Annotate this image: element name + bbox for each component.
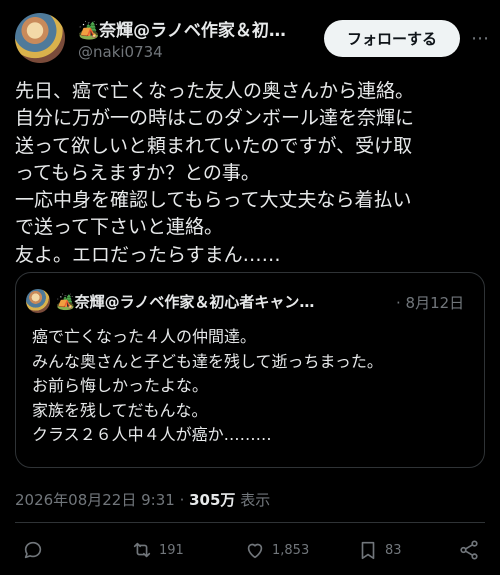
quoted-author-name: 🏕️奈輝@ラノベ作家＆初心者キャン… (56, 293, 315, 311)
view-count: 305万 (189, 491, 236, 509)
quoted-tweet-date: · 8月12日 (396, 294, 465, 312)
quoted-line: お前ら悔しかったよな。 (32, 376, 209, 395)
tweet-text: 先日、癌で亡くなった友人の奥さんから連絡。 自分に万が一の時はこのダンボール達を… (15, 78, 490, 269)
share-icon (460, 540, 478, 560)
timestamp[interactable]: 2026年08月22日 9:31 · (15, 491, 189, 509)
more-icon[interactable]: ⋯ (470, 23, 490, 53)
bookmark-icon (361, 541, 375, 560)
author-avatar[interactable] (15, 13, 65, 63)
retweet-count: 191 (159, 542, 184, 558)
quoted-line: 癌で亡くなった４人の仲間達。 (32, 327, 257, 346)
retweet-icon (133, 542, 151, 558)
tweet-line: 送って欲しいと頼まれていたのですが、受け取 (15, 134, 413, 157)
tweet-line: 友よ。エロだったらすまん…… (15, 243, 281, 266)
like-button[interactable]: 1,853 (244, 538, 309, 562)
like-icon (247, 543, 263, 559)
follow-button[interactable]: フォローする (324, 20, 460, 57)
tweet-line: ってもらえますか？との事。 (15, 161, 260, 184)
author-name[interactable]: 🏕️奈輝@ラノベ作家＆初… (78, 16, 286, 41)
share-button[interactable] (458, 538, 480, 562)
quoted-tweet-text: 癌で亡くなった４人の仲間達。 みんな奥さんと子ども達を残して逝っちまった。 お前… (32, 325, 383, 448)
quoted-tweet[interactable]: 🏕️奈輝@ラノベ作家＆初心者キャン… · 8月12日 癌で亡くなった４人の仲間達… (15, 272, 485, 468)
bookmark-count: 83 (385, 542, 402, 558)
tweet-line: 一応中身を確認してもらって大丈夫なら着払い (15, 189, 412, 212)
quoted-line: クラス２６人中４人が癌か……… (32, 425, 272, 444)
retweet-button[interactable]: 191 (131, 538, 184, 562)
author-handle[interactable]: @naki0734 (78, 43, 163, 61)
like-count: 1,853 (272, 542, 310, 558)
tweet-line: 先日、癌で亡くなった友人の奥さんから連絡。 (15, 80, 415, 102)
reply-icon (24, 541, 42, 559)
tweet-line: 自分に万が一の時はこのダンボール達を奈輝に (15, 107, 415, 130)
view-label: 表示 (235, 491, 271, 509)
tweet-meta: 2026年08月22日 9:31 · 305万 表示 (15, 489, 270, 510)
quoted-author-avatar (26, 289, 50, 313)
quoted-line: 家族を残してだもんな。 (32, 400, 208, 420)
divider (15, 522, 485, 523)
bookmark-button[interactable]: 83 (357, 538, 402, 562)
quoted-line: みんな奥さんと子ども達を残して逝っちまった。 (32, 351, 383, 371)
tweet-line: で送って下さいと連絡。 (15, 216, 224, 239)
reply-button[interactable] (22, 538, 44, 562)
